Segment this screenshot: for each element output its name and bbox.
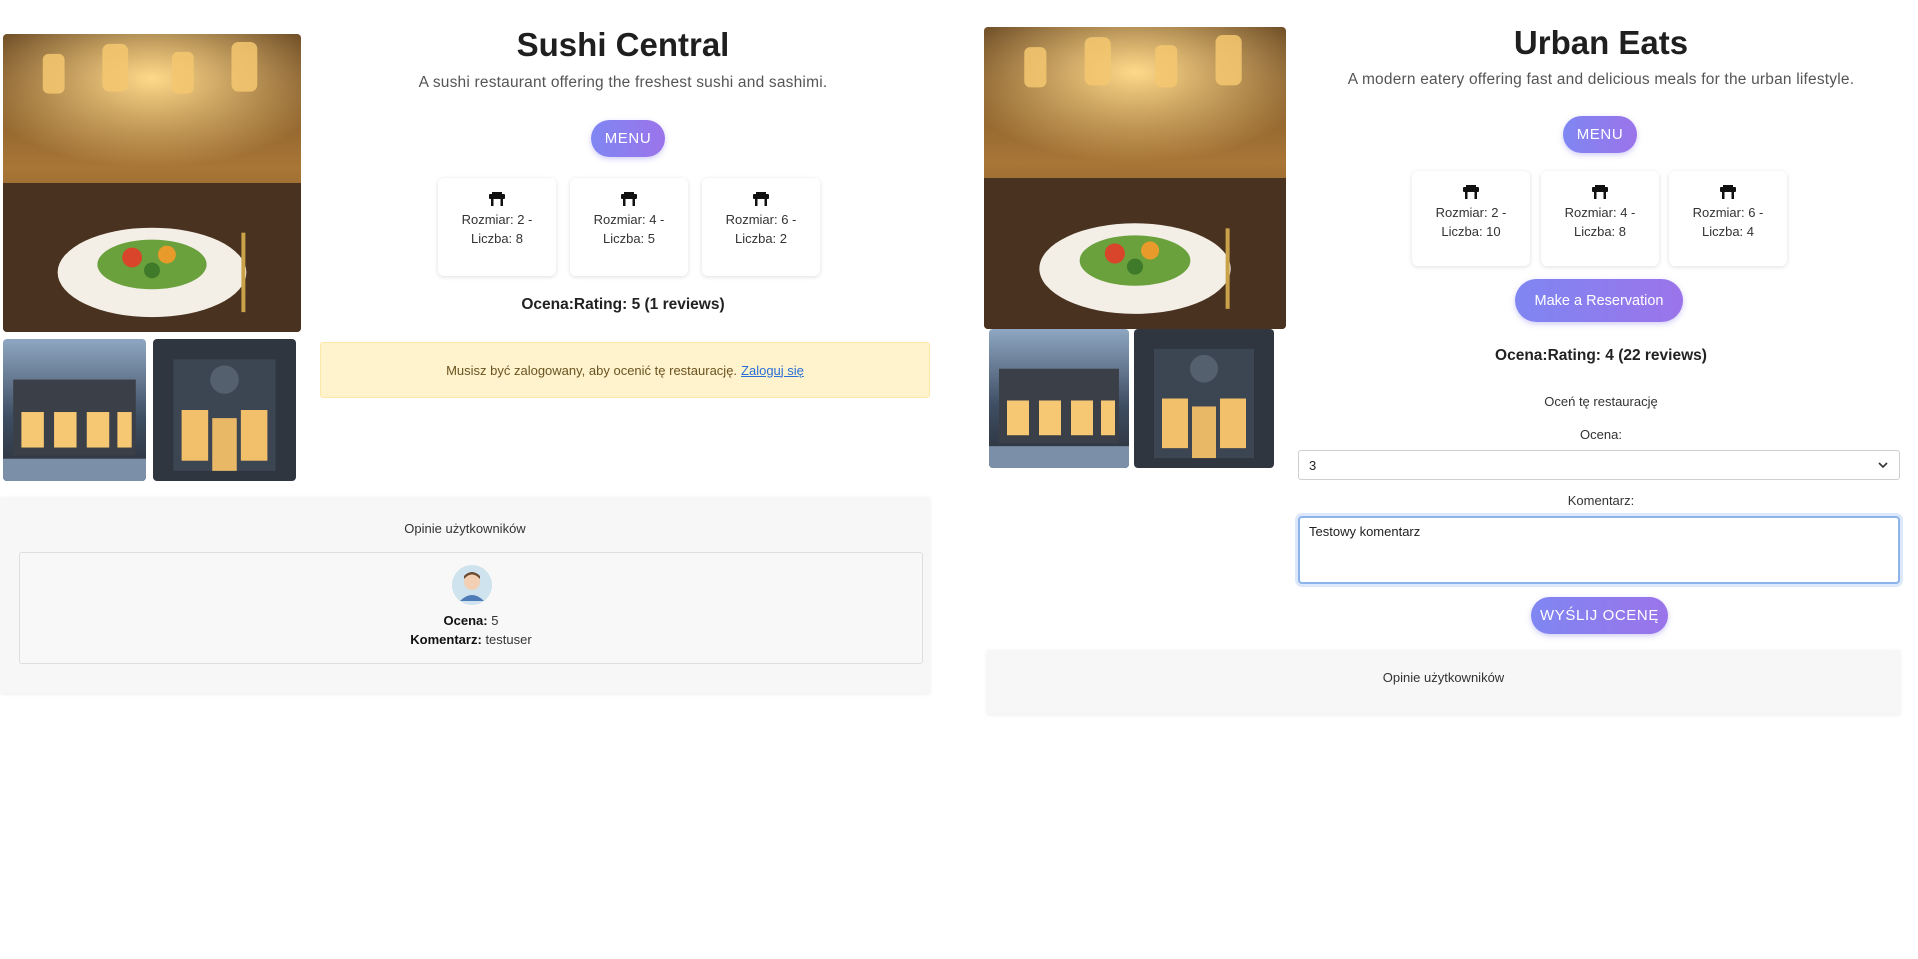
table-icon	[621, 192, 637, 206]
rating-field-label-row: Ocena:	[1300, 427, 1902, 447]
table-size: Rozmiar: 4 -	[593, 212, 665, 227]
table-card: Rozmiar: 4 - Liczba: 5	[570, 178, 688, 276]
table-size: Rozmiar: 2 -	[1435, 205, 1507, 220]
reviews-title: Opinie użytkowników	[1382, 670, 1505, 685]
table-icon	[489, 192, 505, 206]
review-comment-label: Komentarz:	[410, 632, 482, 647]
table-size: Rozmiar: 4 -	[1564, 205, 1636, 220]
table-card: Rozmiar: 2 - Liczba: 8	[438, 178, 556, 276]
table-count: Liczba: 4	[1701, 224, 1755, 239]
table-icon	[1720, 185, 1736, 199]
restaurant-thumbnail-1[interactable]	[3, 339, 146, 481]
reviews-title: Opinie użytkowników	[404, 521, 526, 536]
restaurant-description: A modern eatery offering fast and delici…	[1347, 71, 1855, 88]
table-count: Liczba: 10	[1441, 224, 1501, 239]
table-icon	[1592, 185, 1608, 199]
restaurant-main-photo[interactable]	[984, 27, 1286, 329]
restaurant-name: Urban Eats	[1513, 24, 1689, 61]
table-count: Liczba: 8	[470, 231, 524, 246]
table-icon	[1463, 185, 1479, 199]
submit-rating-button[interactable]: WYŚLIJ OCENĘ	[1531, 597, 1668, 634]
make-reservation-button[interactable]: Make a Reservation	[1515, 279, 1683, 322]
restaurant-panel-sushi-central: Sushi Central A sushi restaurant offerin…	[0, 0, 930, 700]
table-count: Liczba: 5	[602, 231, 656, 246]
review-rating-value: 5	[491, 613, 499, 628]
review-comment-value: testuser	[485, 632, 532, 647]
user-avatar-icon	[452, 565, 492, 605]
restaurant-main-photo[interactable]	[3, 34, 301, 332]
login-notice-text: Musisz być zalogowany, aby ocenić tę res…	[446, 362, 738, 378]
table-card: Rozmiar: 4 - Liczba: 8	[1541, 171, 1659, 266]
restaurant-rating: Ocena:Rating: 5 (1 reviews)	[521, 296, 725, 313]
table-size: Rozmiar: 6 -	[725, 212, 797, 227]
rating-form-title-row: Oceń tę restaurację	[1300, 394, 1902, 414]
table-count: Liczba: 8	[1573, 224, 1627, 239]
rating-field-label: Ocena:	[1580, 427, 1622, 442]
restaurant-description: A sushi restaurant offering the freshest…	[418, 74, 828, 91]
login-required-alert: Musisz być zalogowany, aby ocenić tę res…	[320, 342, 930, 398]
menu-button[interactable]: MENU	[591, 120, 665, 157]
table-card: Rozmiar: 2 - Liczba: 10	[1412, 171, 1530, 266]
table-count: Liczba: 2	[734, 231, 788, 246]
restaurant-name: Sushi Central	[516, 26, 730, 63]
review-rating-label: Ocena:	[443, 613, 488, 628]
review-card: Ocena: 5 Komentarz: testuser	[19, 552, 923, 664]
table-size: Rozmiar: 2 -	[461, 212, 533, 227]
table-card: Rozmiar: 6 - Liczba: 2	[702, 178, 820, 276]
rating-select-value: 3	[1309, 457, 1317, 473]
review-rating: Ocena: 5	[20, 613, 922, 628]
comment-field-label-row: Komentarz:	[1300, 493, 1902, 513]
restaurant-thumbnail-2[interactable]	[153, 339, 296, 481]
table-card: Rozmiar: 6 - Liczba: 4	[1669, 171, 1787, 266]
restaurant-thumbnail-1[interactable]	[989, 329, 1129, 468]
menu-button[interactable]: MENU	[1563, 116, 1637, 153]
restaurant-thumbnail-2[interactable]	[1134, 329, 1274, 468]
table-icon	[753, 192, 769, 206]
restaurant-panel-urban-eats: Urban Eats A modern eatery offering fast…	[984, 0, 1918, 959]
table-size: Rozmiar: 6 -	[1692, 205, 1764, 220]
rating-form-title: Oceń tę restaurację	[1544, 394, 1658, 409]
comment-textarea[interactable]: Testowy komentarz	[1298, 516, 1900, 584]
review-comment: Komentarz: testuser	[20, 632, 922, 647]
login-link[interactable]: Zaloguj się	[741, 363, 804, 378]
rating-select[interactable]: 3	[1298, 450, 1900, 480]
user-reviews-section: Opinie użytkowników	[987, 650, 1900, 714]
chevron-down-icon	[1878, 462, 1888, 469]
user-reviews-section: Opinie użytkowników Ocena: 5 Komentarz: …	[0, 497, 930, 693]
comment-field-label: Komentarz:	[1567, 493, 1635, 508]
restaurant-rating: Ocena:Rating: 4 (22 reviews)	[1495, 347, 1707, 364]
